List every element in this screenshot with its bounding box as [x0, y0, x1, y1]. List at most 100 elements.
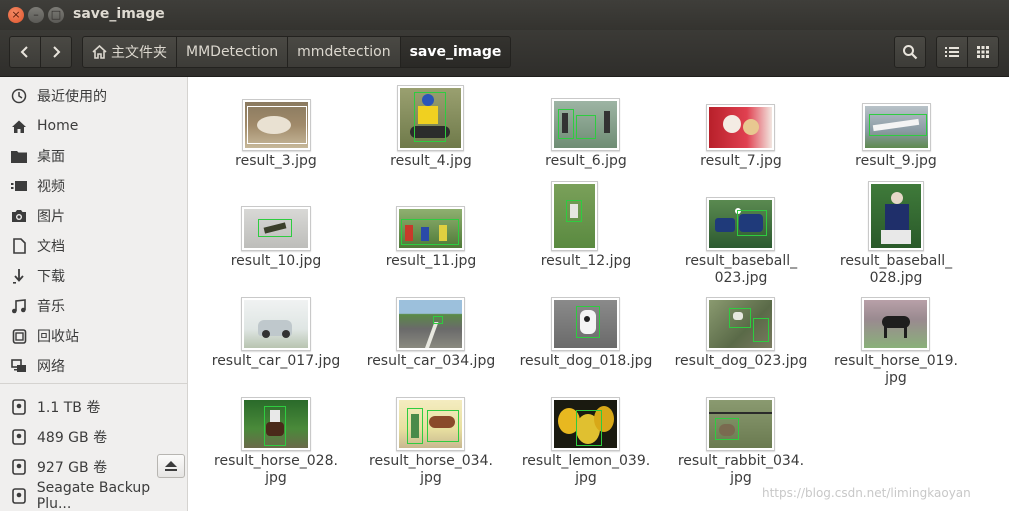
sidebar-item-seagate[interactable]: Seagate Backup Plu...: [0, 480, 187, 512]
sidebar-item-volume-2[interactable]: 489 GB 卷: [0, 422, 187, 452]
sidebar-item-label: Home: [37, 118, 79, 134]
file-thumbnail: [241, 397, 311, 451]
file-item[interactable]: result_7.jpg: [666, 77, 816, 177]
file-item[interactable]: result_baseball_ 028.jpg: [821, 177, 971, 286]
file-thumbnail: [706, 104, 775, 151]
file-name: result_car_034.jpg: [366, 353, 496, 369]
search-button[interactable]: [894, 36, 926, 68]
eject-button[interactable]: [157, 454, 185, 478]
eject-icon: [165, 461, 177, 471]
file-item[interactable]: result_10.jpg: [201, 177, 351, 277]
trash-icon: [10, 327, 28, 345]
file-thumbnail: [396, 297, 465, 351]
sidebar-item-label: 音乐: [37, 299, 65, 315]
clock-icon: [10, 87, 28, 105]
drive-icon: [10, 458, 28, 476]
file-item[interactable]: result_horse_028. jpg: [201, 377, 351, 487]
sidebar-item-label: 489 GB 卷: [37, 430, 108, 446]
sidebar-item-videos[interactable]: 视频: [0, 171, 187, 201]
file-thumbnail: [706, 197, 775, 251]
grid-icon: [977, 46, 989, 58]
file-item[interactable]: result_baseball_ 023.jpg: [666, 177, 816, 286]
sidebar-item-documents[interactable]: 文档: [0, 231, 187, 261]
sidebar-item-label: 视频: [37, 179, 65, 195]
watermark: https://blog.csdn.net/limingkaoyan: [762, 486, 971, 500]
file-name: result_7.jpg: [700, 153, 782, 169]
search-icon: [903, 45, 918, 60]
maximize-button[interactable]: □: [48, 7, 64, 23]
grid-view-button[interactable]: [967, 36, 999, 68]
file-item[interactable]: result_3.jpg: [201, 77, 351, 177]
sidebar-item-label: 网络: [37, 359, 65, 375]
file-item[interactable]: result_12.jpg: [511, 177, 661, 277]
file-item[interactable]: result_car_017.jpg: [201, 277, 351, 377]
close-button[interactable]: ×: [8, 7, 24, 23]
breadcrumb-mmdetection[interactable]: mmdetection: [288, 36, 401, 68]
breadcrumb-save-image[interactable]: save_image: [400, 36, 512, 68]
close-icon: ×: [11, 8, 21, 21]
file-thumbnail: [861, 297, 930, 351]
sidebar-item-desktop[interactable]: 桌面: [0, 141, 187, 171]
list-icon: [945, 47, 959, 57]
chevron-right-icon: [53, 46, 61, 58]
file-thumbnail: [551, 297, 620, 351]
file-item[interactable]: result_dog_023.jpg: [666, 277, 816, 377]
file-name: result_11.jpg: [385, 253, 477, 269]
download-icon: [10, 267, 28, 285]
file-name: result_horse_019. jpg: [834, 353, 958, 386]
breadcrumb-home[interactable]: 主文件夹: [82, 36, 177, 68]
file-item[interactable]: result_11.jpg: [356, 177, 506, 277]
file-item[interactable]: result_dog_018.jpg: [511, 277, 661, 377]
sidebar-item-network[interactable]: 网络: [0, 351, 187, 381]
breadcrumb-label: save_image: [409, 44, 502, 60]
breadcrumb-mmdetection-root[interactable]: MMDetection: [177, 36, 289, 68]
file-item[interactable]: result_horse_019. jpg: [821, 277, 971, 386]
list-view-button[interactable]: [936, 36, 968, 68]
file-thumbnail: [868, 181, 924, 251]
toolbar: 主文件夹 MMDetection mmdetection save_image: [0, 30, 1009, 77]
file-item[interactable]: result_horse_034. jpg: [356, 377, 506, 487]
file-name: result_3.jpg: [235, 153, 317, 169]
file-item[interactable]: result_6.jpg: [511, 77, 661, 177]
sidebar-item-label: 最近使用的: [37, 89, 107, 105]
file-item[interactable]: result_car_034.jpg: [356, 277, 506, 377]
sidebar-item-music[interactable]: 音乐: [0, 291, 187, 321]
file-item[interactable]: result_rabbit_034. jpg: [666, 377, 816, 487]
sidebar-item-label: 回收站: [37, 329, 79, 345]
file-item[interactable]: result_9.jpg: [821, 77, 971, 177]
document-icon: [10, 237, 28, 255]
file-thumbnail: [706, 297, 775, 351]
sidebar-item-home[interactable]: Home: [0, 111, 187, 141]
sidebar-item-recent[interactable]: 最近使用的: [0, 81, 187, 111]
sidebar-item-label: Seagate Backup Plu...: [36, 480, 151, 512]
file-thumbnail: [396, 397, 465, 451]
file-thumbnail: [396, 206, 465, 251]
camera-icon: [10, 207, 28, 225]
minimize-icon: –: [33, 8, 39, 21]
file-thumbnail: [241, 297, 311, 351]
sidebar-item-volume-1[interactable]: 1.1 TB 卷: [0, 392, 187, 422]
drive-icon: [10, 487, 28, 505]
window-title: save_image: [73, 6, 165, 22]
file-name: result_horse_028. jpg: [214, 453, 338, 486]
forward-button[interactable]: [40, 36, 72, 68]
file-name: result_4.jpg: [390, 153, 472, 169]
file-item[interactable]: result_lemon_039. jpg: [511, 377, 661, 487]
sidebar-item-label: 桌面: [37, 149, 65, 165]
breadcrumb: 主文件夹 MMDetection mmdetection save_image: [82, 36, 512, 68]
file-item[interactable]: result_4.jpg: [356, 77, 506, 177]
sidebar-item-pictures[interactable]: 图片: [0, 201, 187, 231]
sidebar-item-label: 1.1 TB 卷: [37, 400, 101, 416]
minimize-button[interactable]: –: [28, 7, 44, 23]
file-name: result_6.jpg: [545, 153, 627, 169]
maximize-icon: □: [50, 8, 62, 21]
video-icon: [10, 177, 28, 195]
file-thumbnail: [551, 397, 620, 451]
sidebar-item-label: 下载: [37, 269, 65, 285]
breadcrumb-label: 主文件夹: [111, 45, 167, 61]
sidebar-item-downloads[interactable]: 下载: [0, 261, 187, 291]
sidebar-item-label: 927 GB 卷: [37, 460, 108, 476]
back-button[interactable]: [9, 36, 41, 68]
sidebar-item-label: 文档: [37, 239, 65, 255]
sidebar-item-trash[interactable]: 回收站: [0, 321, 187, 351]
